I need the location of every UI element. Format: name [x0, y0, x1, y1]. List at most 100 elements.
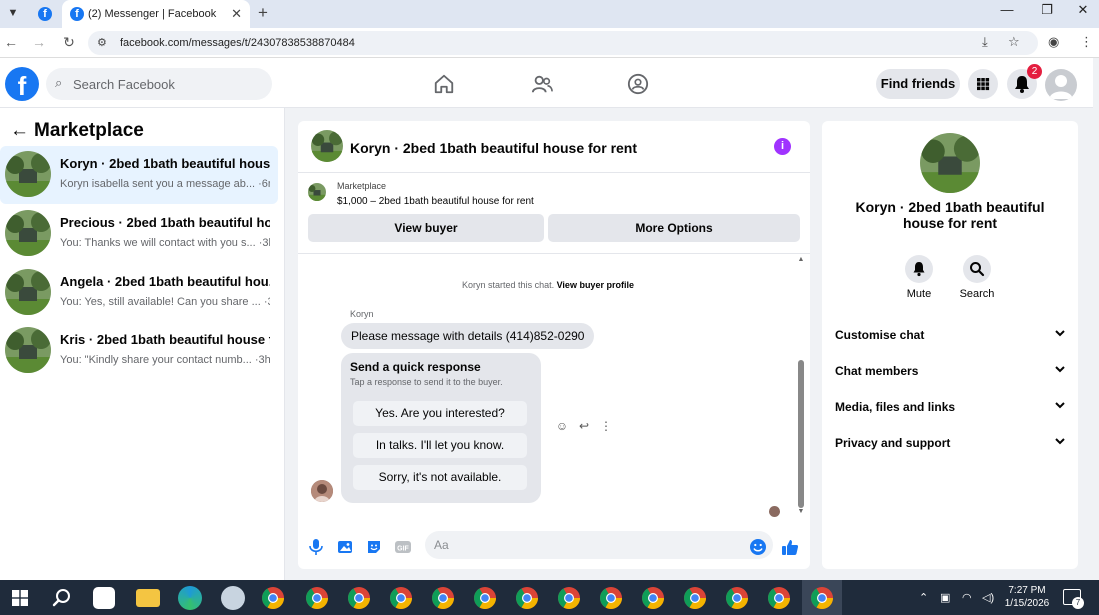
account-avatar[interactable]	[1045, 69, 1077, 101]
bell-icon	[913, 262, 925, 277]
quick-response-option[interactable]: Yes. Are you interested?	[353, 401, 527, 426]
section-label: Customise chat	[835, 328, 925, 342]
react-emoji-icon[interactable]: ☺	[551, 419, 573, 433]
search-icon[interactable]	[51, 587, 73, 609]
customise-chat-section[interactable]: Customise chat	[835, 323, 1067, 347]
url-text[interactable]: facebook.com/messages/t/2430783853887048…	[120, 37, 355, 49]
emoji-icon[interactable]	[749, 538, 767, 556]
site-settings-icon[interactable]: ⚙	[97, 36, 107, 49]
grid-icon	[977, 78, 990, 91]
reply-icon[interactable]: ↩	[573, 419, 595, 433]
chat-started-notice: Koryn started this chat. View buyer prof…	[298, 280, 798, 290]
chat-scrollbar[interactable]: ▲ ▼	[797, 256, 805, 516]
conversation-item[interactable]: Koryn · 2bed 1bath beautiful hous... Kor…	[0, 146, 278, 204]
gif-icon[interactable]: GIF	[394, 538, 412, 556]
chat-panel: Koryn · 2bed 1bath beautiful house for r…	[298, 121, 810, 569]
window-close-icon[interactable]: ✕	[1068, 2, 1098, 18]
chevron-down-icon	[1055, 366, 1065, 373]
conversation-preview: You: Yes, still available! Can you share…	[60, 296, 270, 308]
clock[interactable]: 7:27 PM 1/15/2026	[1000, 584, 1054, 610]
search-field[interactable]: ⌕ Search Facebook	[46, 68, 272, 100]
search-chat-button[interactable]: Search	[952, 255, 1002, 300]
tab-search-chevron-icon[interactable]: ▼	[4, 4, 22, 22]
chat-title[interactable]: Koryn · 2bed 1bath beautiful house for r…	[350, 140, 637, 156]
minimize-icon[interactable]: —	[992, 2, 1022, 17]
conversation-item[interactable]: Precious · 2bed 1bath beautiful ho... Yo…	[0, 205, 278, 263]
capcut-app-icon[interactable]	[93, 587, 115, 609]
install-app-icon[interactable]: ⤓	[982, 34, 988, 50]
notification-center-icon[interactable]: 7	[1063, 589, 1084, 609]
default-avatar-icon	[1049, 75, 1073, 99]
message-input[interactable]: Aa	[425, 531, 773, 559]
sender-avatar[interactable]	[311, 480, 333, 502]
more-actions-icon[interactable]: ⋮	[595, 419, 617, 433]
url-field[interactable]: ⚙ facebook.com/messages/t/24307838538870…	[88, 31, 1038, 55]
quick-response-option[interactable]: Sorry, it's not available.	[353, 465, 527, 490]
browser-menu-icon[interactable]: ⋮	[1080, 34, 1093, 50]
facebook-logo[interactable]: f	[5, 67, 39, 101]
meet-now-icon[interactable]: ▣	[940, 591, 950, 604]
section-label: Privacy and support	[835, 436, 951, 450]
quick-response-option[interactable]: In talks. I'll let you know.	[353, 433, 527, 458]
photo-icon[interactable]	[336, 538, 354, 556]
back-icon[interactable]: ←	[2, 34, 20, 50]
app-icon[interactable]	[221, 586, 245, 610]
scroll-thumb[interactable]	[798, 360, 804, 508]
media-files-links-section[interactable]: Media, files and links	[835, 395, 1067, 419]
home-icon[interactable]	[433, 73, 455, 95]
microphone-icon[interactable]	[307, 538, 325, 556]
windows-start-icon[interactable]	[12, 590, 28, 606]
find-friends-button[interactable]: Find friends	[876, 69, 960, 99]
message-bubble[interactable]: Please message with details (414)852-029…	[341, 323, 595, 349]
restore-icon[interactable]: ❐	[1032, 2, 1062, 18]
search-placeholder[interactable]: Search Facebook	[73, 77, 175, 92]
tray-overflow-icon[interactable]: ⌃	[919, 591, 928, 604]
privacy-support-section[interactable]: Privacy and support	[835, 431, 1067, 455]
bookmark-star-icon[interactable]: ☆	[1008, 34, 1020, 50]
chevron-down-icon	[1055, 402, 1065, 409]
conversation-item[interactable]: Angela · 2bed 1bath beautiful hou... You…	[0, 264, 278, 322]
scroll-down-icon[interactable]: ▼	[797, 508, 805, 515]
facebook-header: f ⌕ Search Facebook Find friends 2	[0, 58, 1094, 108]
edge-browser-icon[interactable]	[178, 586, 202, 610]
conversation-preview: Koryn isabella sent you a message ab... …	[60, 178, 270, 190]
tab-title: (2) Messenger | Facebook	[88, 8, 217, 20]
conversation-item[interactable]: Kris · 2bed 1bath beautiful house f... Y…	[0, 322, 278, 380]
groups-icon[interactable]	[627, 73, 649, 95]
view-buyer-button[interactable]: View buyer	[308, 214, 544, 242]
mute-button[interactable]: Mute	[894, 255, 944, 300]
scroll-up-icon[interactable]: ▲	[797, 256, 805, 263]
chat-listing-thumbnail[interactable]	[311, 130, 343, 162]
info-icon[interactable]: i	[774, 138, 791, 155]
friends-icon[interactable]	[531, 73, 553, 95]
marketplace-label: Marketplace	[337, 181, 387, 191]
more-options-button[interactable]: More Options	[548, 214, 800, 242]
section-label: Media, files and links	[835, 400, 956, 414]
chevron-down-icon	[1055, 330, 1065, 337]
divider	[298, 253, 810, 254]
browser-tab-facebook[interactable]: f	[28, 0, 62, 28]
tab-close-icon[interactable]: ✕	[231, 6, 242, 22]
new-tab-icon[interactable]: +	[258, 3, 268, 23]
quick-response-subtitle: Tap a response to send it to the buyer.	[350, 377, 503, 387]
volume-icon[interactable]: ◁)	[982, 591, 994, 604]
thumbs-up-icon[interactable]	[781, 538, 799, 556]
panel-header: ← Marketplace	[10, 120, 144, 142]
facebook-favicon-icon: f	[70, 7, 84, 21]
view-buyer-profile-link[interactable]: View buyer profile	[557, 280, 634, 290]
details-listing-thumbnail[interactable]	[920, 133, 980, 193]
message-input-placeholder[interactable]: Aa	[434, 538, 449, 552]
sticker-icon[interactable]	[365, 538, 383, 556]
chat-started-text: Koryn started this chat.	[462, 280, 555, 290]
chat-members-section[interactable]: Chat members	[835, 359, 1067, 383]
mute-label: Mute	[906, 288, 932, 300]
profile-icon[interactable]: ◉	[1048, 34, 1059, 50]
forward-icon[interactable]: →	[30, 34, 48, 50]
menu-grid-button[interactable]	[968, 69, 998, 99]
reload-icon[interactable]: ↻	[60, 34, 78, 51]
back-arrow-icon[interactable]: ←	[10, 120, 34, 142]
browser-tab-messenger[interactable]: f (2) Messenger | Facebook ✕	[62, 0, 250, 28]
file-explorer-icon[interactable]	[136, 589, 160, 607]
wifi-icon[interactable]: ◠	[962, 591, 972, 604]
page-scrollbar[interactable]	[1093, 58, 1099, 580]
